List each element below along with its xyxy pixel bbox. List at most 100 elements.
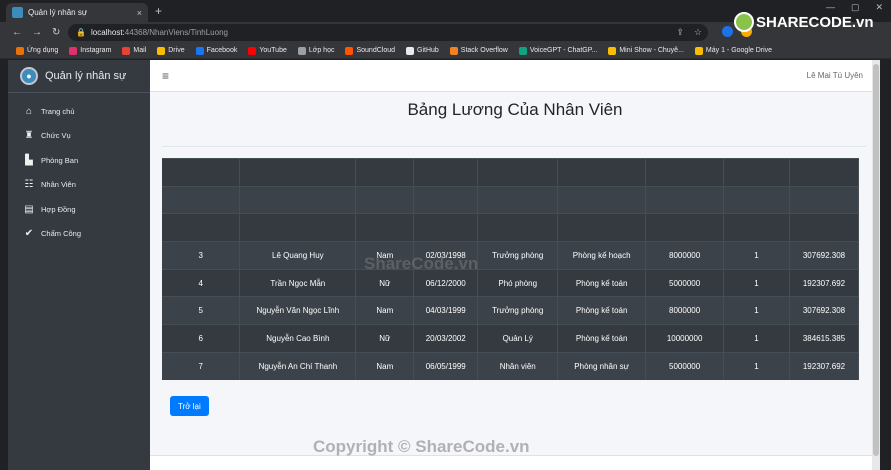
table-cell: 5000000 bbox=[645, 351, 725, 380]
sidebar-item[interactable]: ▤ Hợp Đồng bbox=[8, 197, 150, 222]
bookmark-item[interactable]: Ứng dụng bbox=[16, 46, 59, 55]
salary-table: 3 Lê Quang Huy Nam 02/03/1998 Trưởng phòng Ph… bbox=[162, 158, 860, 380]
user-name[interactable]: Lê Mai Tú Uyên bbox=[807, 71, 863, 80]
close-window-icon[interactable]: ✕ bbox=[875, 2, 883, 13]
table-cell: 5000000 bbox=[645, 268, 725, 297]
bookmark-label: Ứng dụng bbox=[27, 47, 59, 54]
table-cell: Trưởng phòng bbox=[477, 296, 559, 325]
omnibox-actions: ⇪ ☆ bbox=[676, 27, 702, 38]
table-cell: 6 bbox=[162, 324, 241, 353]
table-cell: Phòng kế toán bbox=[557, 296, 647, 325]
table-cell: 06/05/1999 bbox=[413, 351, 479, 380]
sharecode-logo: SHARECODE.vn bbox=[734, 12, 874, 32]
bookmark-item[interactable]: GitHub bbox=[406, 46, 439, 55]
bookmarks-bar: Ứng dụng Instagram Mail Drive Facebook YouTub… bbox=[0, 43, 891, 59]
table-cell bbox=[477, 213, 559, 242]
table-header-cell bbox=[723, 158, 790, 187]
watermark-center: ShareCode.vn bbox=[364, 254, 479, 273]
url-path: 44368/NhanViens/TinhLuong bbox=[124, 28, 228, 37]
table-cell: 4 bbox=[162, 268, 241, 297]
table-cell: 7 bbox=[162, 351, 241, 380]
bookmark-item[interactable]: Máy 1 - Google Drive bbox=[694, 46, 772, 55]
bookmark-item[interactable]: Drive bbox=[157, 46, 185, 55]
table-cell: Quản Lý bbox=[477, 324, 559, 353]
bookmark-item[interactable]: Mail bbox=[122, 46, 146, 55]
table-cell: 1 bbox=[723, 241, 790, 270]
bookmark-label: GitHub bbox=[417, 47, 439, 54]
table-header-row bbox=[162, 158, 860, 187]
sidebar-item[interactable]: ♜ Chức Vụ bbox=[8, 124, 150, 149]
bookmark-label: Mini Show - Chuyê... bbox=[619, 47, 684, 54]
lock-icon[interactable]: 🔒 bbox=[76, 28, 86, 37]
forward-arrow-icon[interactable]: → bbox=[32, 27, 42, 38]
table-cell bbox=[557, 213, 647, 242]
sidebar-item-label: Phòng Ban bbox=[41, 155, 79, 165]
bookmark-item[interactable]: Instagram bbox=[69, 46, 111, 55]
sidebar-item-label: Chức Vụ bbox=[41, 131, 71, 141]
bookmark-item[interactable]: Lớp học bbox=[297, 46, 334, 55]
tab-close-icon[interactable]: × bbox=[137, 8, 142, 18]
table-cell: 10000000 bbox=[645, 324, 725, 353]
sidebar-item[interactable]: ▙ Phòng Ban bbox=[8, 148, 150, 173]
table-cell: 384615.385 bbox=[789, 324, 860, 353]
address-bar[interactable]: 🔒 localhost:44368/NhanViens/TinhLuong ⇪ … bbox=[68, 24, 708, 41]
table-cell bbox=[162, 213, 241, 242]
table-cell bbox=[413, 213, 479, 242]
table-cell: 04/03/1999 bbox=[413, 296, 479, 325]
bookmark-item[interactable]: Mini Show - Chuyê... bbox=[608, 46, 684, 55]
brand-link[interactable]: ● Quản lý nhân sự bbox=[8, 60, 150, 93]
table-cell: Nam bbox=[355, 351, 415, 380]
bookmark-item[interactable]: VoiceGPT - ChatGP... bbox=[518, 46, 598, 55]
table-cell: 3 bbox=[162, 241, 241, 270]
bookmark-label: VoiceGPT - ChatGP... bbox=[529, 47, 598, 54]
bookmark-star-icon[interactable]: ☆ bbox=[694, 27, 702, 38]
table-cell: 1 bbox=[723, 296, 790, 325]
bookmark-icon bbox=[248, 46, 257, 55]
table-cell bbox=[723, 213, 790, 242]
bookmark-item[interactable]: Facebook bbox=[195, 46, 237, 55]
bookmark-label: Stack Overflow bbox=[460, 47, 508, 54]
browser-tab[interactable]: Quản lý nhân sự × bbox=[6, 3, 148, 22]
table-cell: Phòng kế toán bbox=[557, 324, 647, 353]
table-cell: Nam bbox=[355, 296, 415, 325]
table-row: 5 Nguyễn Văn Ngọc Lĩnh Nam 04/03/1999 Trưởng… bbox=[162, 296, 860, 325]
brand-logo-icon: ● bbox=[20, 67, 38, 85]
reload-icon[interactable]: ↻ bbox=[52, 27, 60, 38]
watermark-copyright: Copyright © ShareCode.vn bbox=[313, 437, 530, 456]
table-row: 4 Trần Ngọc Mẫn Nữ 06/12/2000 Phó phòng Phòng… bbox=[162, 268, 860, 297]
bookmark-icon bbox=[694, 46, 703, 55]
bookmark-item[interactable]: YouTube bbox=[248, 46, 287, 55]
table-cell: 20/03/2002 bbox=[413, 324, 479, 353]
share-icon[interactable]: ⇪ bbox=[676, 27, 684, 38]
bookmark-icon bbox=[406, 46, 414, 55]
table-cell bbox=[239, 185, 357, 214]
tab-favicon-icon bbox=[12, 7, 23, 18]
url-text[interactable]: localhost:44368/NhanViens/TinhLuong bbox=[91, 28, 228, 37]
table-row: 3 Lê Quang Huy Nam 02/03/1998 Trưởng phòng Ph… bbox=[162, 241, 860, 270]
table-cell: 307692.308 bbox=[789, 241, 860, 270]
menu-toggle-icon[interactable]: ≡ bbox=[162, 69, 169, 83]
scrollbar-thumb[interactable] bbox=[873, 64, 879, 456]
table-cell bbox=[477, 185, 559, 214]
new-tab-button[interactable]: + bbox=[155, 4, 162, 18]
table-cell: Phòng kế hoạch bbox=[557, 241, 647, 270]
sidebar: ● Quản lý nhân sự ⌂ Trang chủ ♜ Chức Vụ ▙ Phò… bbox=[8, 60, 150, 470]
sidebar-item[interactable]: ✔ Chấm Công bbox=[8, 222, 150, 247]
back-arrow-icon[interactable]: ← bbox=[12, 27, 22, 38]
table-cell bbox=[413, 185, 479, 214]
dumbbell-icon: ♜ bbox=[24, 130, 34, 142]
sidebar-item-label: Trang chủ bbox=[41, 106, 75, 116]
sidebar-item-label: Nhân Viên bbox=[41, 180, 76, 190]
bookmark-item[interactable]: SoundCloud bbox=[345, 46, 395, 55]
bookmark-item[interactable]: Stack Overflow bbox=[449, 46, 508, 55]
extension-icon[interactable] bbox=[722, 26, 733, 37]
table-cell bbox=[355, 185, 415, 214]
table-cell: Nhân viên bbox=[477, 351, 559, 380]
back-button[interactable]: Trở lại bbox=[170, 396, 209, 416]
sidebar-item[interactable]: ☷ Nhân Viên bbox=[8, 173, 150, 198]
table-header-cell bbox=[477, 158, 559, 187]
sidebar-item[interactable]: ⌂ Trang chủ bbox=[8, 99, 150, 124]
page-scrollbar[interactable] bbox=[872, 60, 880, 470]
bookmark-icon bbox=[297, 46, 306, 55]
sidebar-item-label: Hợp Đồng bbox=[41, 204, 76, 214]
